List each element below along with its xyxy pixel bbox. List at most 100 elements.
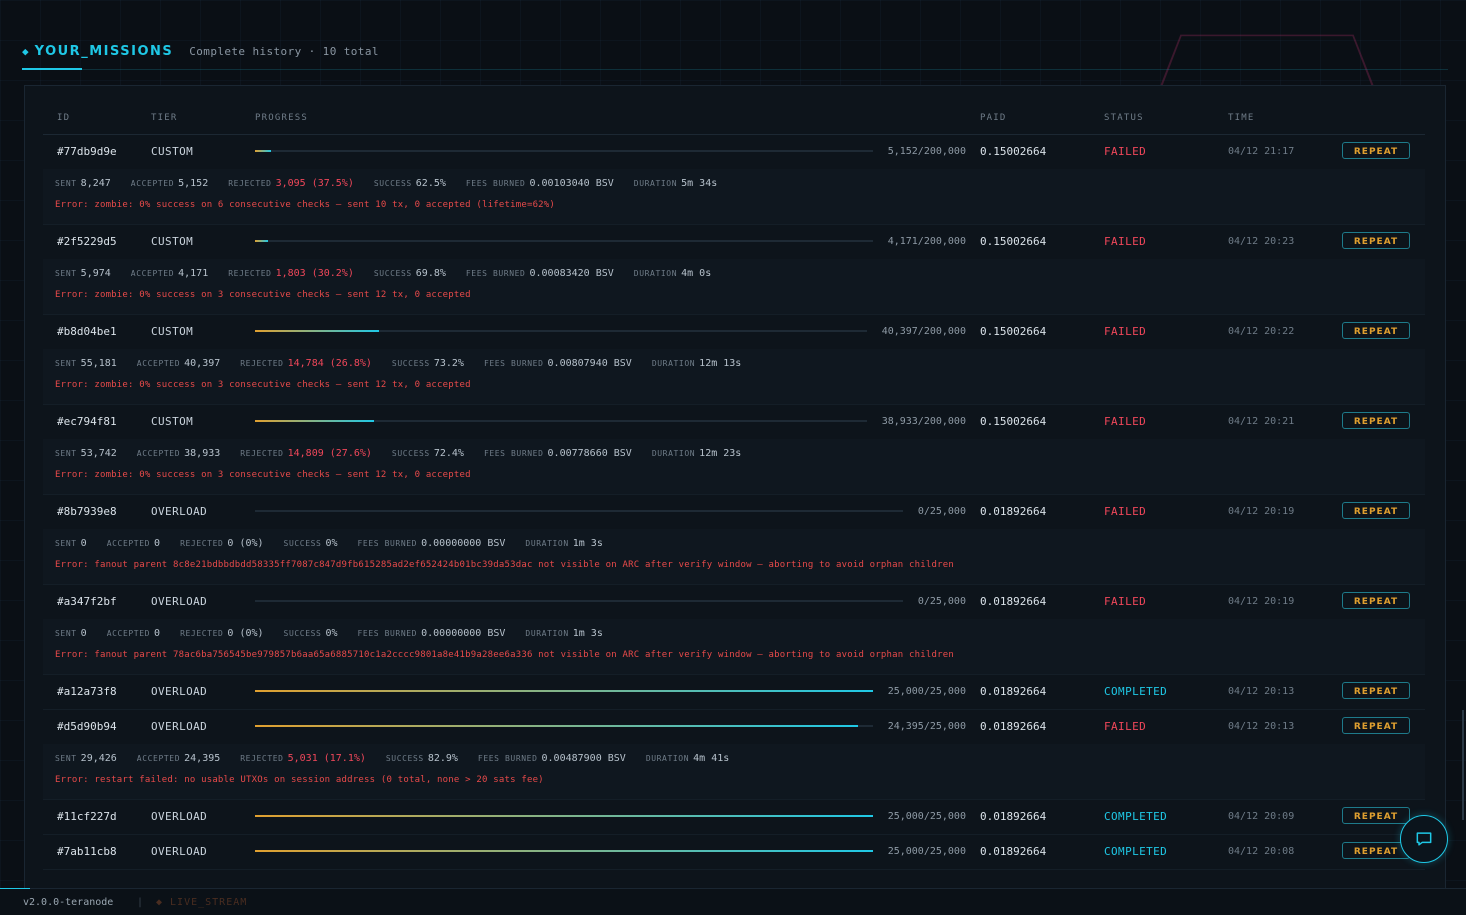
stat-sent: SENT 55,181 [55, 358, 117, 369]
stat-duration: DURATION 12m 13s [652, 358, 742, 369]
mission-tier: OVERLOAD [151, 720, 208, 733]
mission-time: 04/12 20:22 [1228, 326, 1295, 337]
chat-bubble-icon [1416, 832, 1432, 846]
stat-rejected: REJECTED 1,803 (30.2%) [228, 268, 354, 279]
stat-sent: SENT 5,974 [55, 268, 111, 279]
mission-detail: SENT 0 ACCEPTED 0 REJECTED 0 (0%) SUCCESS 0% FEE… [43, 619, 1425, 675]
stat-value-sent: 8,247 [80, 177, 111, 189]
version-label: v2.0.0-teranode [23, 897, 114, 908]
repeat-button[interactable]: REPEAT [1342, 412, 1410, 429]
repeat-button[interactable]: REPEAT [1342, 322, 1410, 339]
stat-value-rejected: 3,095 (37.5%) [275, 177, 354, 189]
progress-count: 38,933/200,000 [881, 416, 966, 427]
stat-value-success: 72.4% [433, 447, 464, 459]
stat-label-fees: FEES BURNED [465, 178, 526, 188]
progress-bar [255, 690, 873, 692]
progress-count: 0/25,000 [917, 506, 966, 517]
page-header: ◆ YOUR_MISSIONS Complete history · 10 to… [22, 40, 379, 62]
stat-label-rejected: REJECTED [240, 358, 284, 368]
stat-label-sent: SENT [55, 448, 77, 458]
progress-fill [255, 240, 268, 242]
mission-id[interactable]: #a12a73f8 [57, 674, 117, 709]
table-row: #2f5229d5 CUSTOM 4,171/200,000 0.15002664 FA… [43, 224, 1425, 260]
missions-panel: ID TIER PROGRESS PAID STATUS TIME #77db9… [24, 85, 1446, 890]
stat-value-success: 0% [325, 627, 338, 639]
stat-rejected: REJECTED 5,031 (17.1%) [240, 753, 366, 764]
repeat-button[interactable]: REPEAT [1342, 807, 1410, 824]
stat-value-success: 82.9% [427, 752, 458, 764]
stat-label-success: SUCCESS [373, 178, 412, 188]
stat-sent: SENT 8,247 [55, 178, 111, 189]
stat-label-fees: FEES BURNED [465, 268, 526, 278]
mission-id[interactable]: #7ab11cb8 [57, 834, 117, 869]
mission-time: 04/12 20:19 [1228, 506, 1295, 517]
stat-fees: FEES BURNED 0.00487900 BSV [478, 753, 626, 764]
stat-success: SUCCESS 0% [284, 538, 338, 549]
paid-amount: 0.01892664 [980, 720, 1047, 733]
table-row: #d5d90b94 OVERLOAD 24,395/25,000 0.01892664… [43, 709, 1425, 745]
stat-accepted: ACCEPTED 0 [107, 628, 160, 639]
chat-button[interactable] [1400, 815, 1448, 863]
stat-accepted: ACCEPTED 24,395 [137, 753, 220, 764]
stat-duration: DURATION 1m 3s [525, 628, 602, 639]
live-stream-indicator[interactable]: ◆ LIVE_STREAM [156, 897, 247, 908]
stat-label-rejected: REJECTED [228, 178, 272, 188]
mission-tier: OVERLOAD [151, 685, 208, 698]
status-badge: FAILED [1104, 595, 1147, 608]
progress-bar [255, 420, 867, 422]
stat-rejected: REJECTED 14,809 (27.6%) [240, 448, 372, 459]
stat-value-accepted: 0 [154, 627, 161, 639]
table-row: #a347f2bf OVERLOAD 0/25,000 0.01892664 FAILE… [43, 584, 1425, 620]
stat-success: SUCCESS 82.9% [386, 753, 458, 764]
stat-success: SUCCESS 0% [284, 628, 338, 639]
column-header-progress: PROGRESS [255, 113, 308, 123]
mission-id[interactable]: #b8d04be1 [57, 314, 117, 349]
footer-separator: | [137, 897, 144, 908]
stat-value-success: 73.2% [433, 357, 464, 369]
stat-sent: SENT 53,742 [55, 448, 117, 459]
progress-bar [255, 850, 873, 852]
mission-id[interactable]: #77db9d9e [57, 134, 117, 169]
progress-bar [255, 815, 873, 817]
repeat-button[interactable]: REPEAT [1342, 502, 1410, 519]
repeat-button[interactable]: REPEAT [1342, 232, 1410, 249]
column-header-id: ID [57, 113, 71, 123]
stat-label-accepted: ACCEPTED [130, 268, 175, 278]
stat-success: SUCCESS 62.5% [374, 178, 446, 189]
repeat-button[interactable]: REPEAT [1342, 682, 1410, 699]
stat-fees: FEES BURNED 0.00103040 BSV [466, 178, 614, 189]
detail-stats: SENT 0 ACCEPTED 0 REJECTED 0 (0%) SUCCESS 0% FEE… [55, 535, 623, 551]
stat-label-rejected: REJECTED [228, 268, 272, 278]
mission-id[interactable]: #8b7939e8 [57, 494, 117, 529]
stat-value-fees: 0.00083420 BSV [529, 267, 614, 279]
progress-bar [255, 600, 904, 602]
detail-stats: SENT 5,974 ACCEPTED 4,171 REJECTED 1,803 (30.… [55, 265, 731, 281]
stat-label-rejected: REJECTED [180, 628, 224, 638]
mission-detail: SENT 29,426 ACCEPTED 24,395 REJECTED 5,031 (1… [43, 744, 1425, 800]
detail-stats: SENT 53,742 ACCEPTED 38,933 REJECTED 14,809 (… [55, 445, 761, 461]
stat-label-sent: SENT [55, 358, 77, 368]
status-badge: COMPLETED [1104, 845, 1168, 858]
mission-id[interactable]: #2f5229d5 [57, 224, 117, 259]
stat-label-accepted: ACCEPTED [136, 753, 181, 763]
stat-label-rejected: REJECTED [240, 753, 284, 763]
mission-id[interactable]: #a347f2bf [57, 584, 117, 619]
repeat-button[interactable]: REPEAT [1342, 717, 1410, 734]
detail-stats: SENT 55,181 ACCEPTED 40,397 REJECTED 14,784 (… [55, 355, 761, 371]
stat-value-duration: 12m 13s [699, 357, 742, 369]
error-message: Error: fanout parent 78ac6ba756545be9798… [55, 650, 954, 660]
stat-label-accepted: ACCEPTED [136, 358, 181, 368]
repeat-button[interactable]: REPEAT [1342, 592, 1410, 609]
progress-bar [255, 725, 873, 727]
stat-label-rejected: REJECTED [240, 448, 284, 458]
mission-id[interactable]: #ec794f81 [57, 404, 117, 439]
repeat-button[interactable]: REPEAT [1342, 142, 1410, 159]
stat-value-duration: 5m 34s [681, 177, 718, 189]
stat-label-accepted: ACCEPTED [106, 538, 151, 548]
mission-id[interactable]: #11cf227d [57, 799, 117, 834]
scrollbar-thumb[interactable] [1462, 710, 1464, 820]
mission-id[interactable]: #d5d90b94 [57, 709, 117, 744]
column-header-status: STATUS [1104, 113, 1144, 123]
stat-label-success: SUCCESS [283, 538, 322, 548]
progress-bar [255, 510, 904, 512]
